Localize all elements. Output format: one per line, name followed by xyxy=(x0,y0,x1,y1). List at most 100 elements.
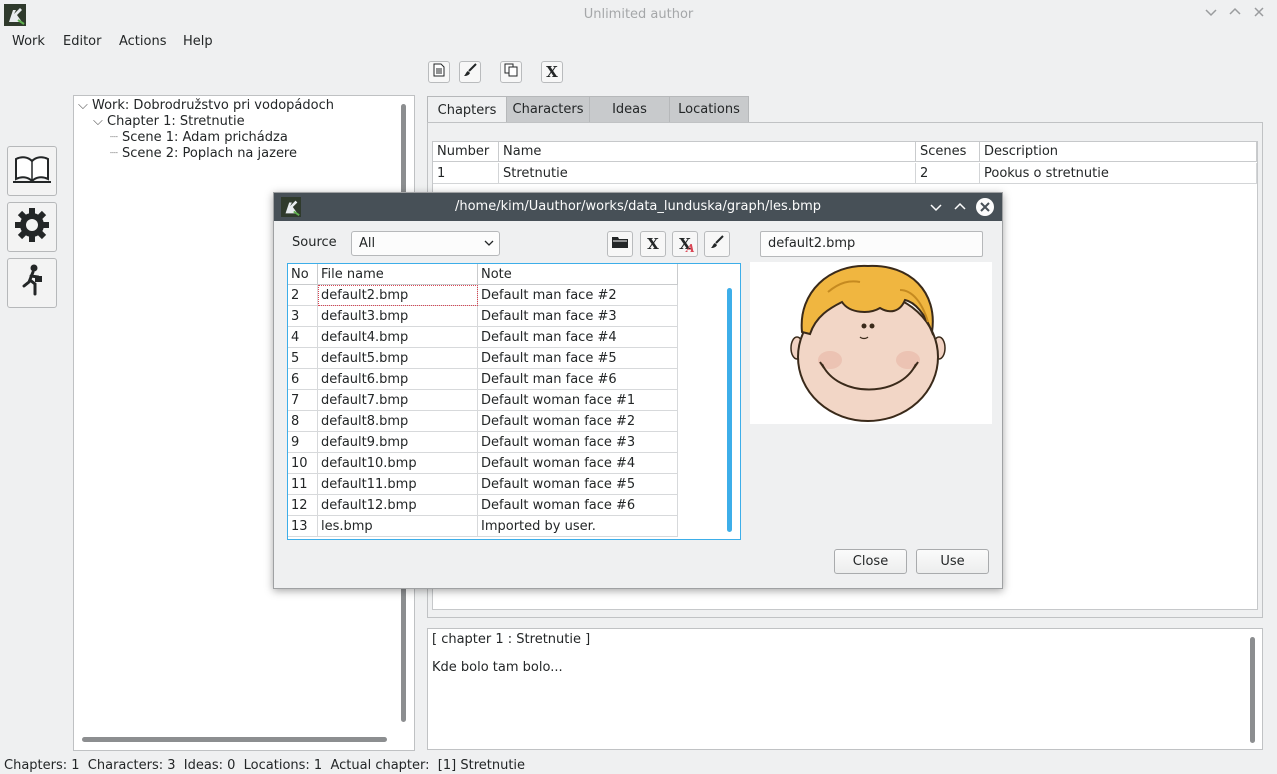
maximize-button[interactable] xyxy=(1228,5,1242,23)
table-cell[interactable]: 5 xyxy=(288,348,318,369)
image-file-table[interactable]: No File name Note 2 default2.bmp Default m… xyxy=(287,263,741,540)
table-cell[interactable]: default10.bmp xyxy=(318,453,478,474)
column-header[interactable]: Note xyxy=(478,264,678,285)
table-cell[interactable]: default2.bmp xyxy=(318,285,478,306)
tree-item-scene[interactable]: ┈ Scene 1: Adam prichádza xyxy=(110,130,288,145)
tree-item-scene[interactable]: ┈ Scene 2: Poplach na jazere xyxy=(110,146,297,161)
text-scrollbar[interactable] xyxy=(1250,637,1255,743)
filename-field[interactable]: default2.bmp xyxy=(760,231,983,257)
close-window-button[interactable] xyxy=(1252,5,1266,23)
chevron-down-icon[interactable]: ⌵ xyxy=(78,98,88,113)
chapter-heading: [ chapter 1 : Stretnutie ] xyxy=(432,632,591,647)
table-cell[interactable]: default12.bmp xyxy=(318,495,478,516)
table-cell[interactable]: Default woman face #3 xyxy=(478,432,678,453)
tab-characters[interactable]: Characters xyxy=(506,96,590,123)
tree-item-work[interactable]: ⌵ Work: Dobrodružstvo pri vodopádoch xyxy=(78,98,334,113)
menu-work[interactable]: Work xyxy=(12,34,45,49)
table-cell[interactable]: default4.bmp xyxy=(318,327,478,348)
edit-image-button[interactable] xyxy=(704,231,730,257)
table-cell[interactable]: default9.bmp xyxy=(318,432,478,453)
copy-button[interactable] xyxy=(500,61,522,83)
table-cell[interactable]: 2 xyxy=(288,285,318,306)
table-cell[interactable]: default5.bmp xyxy=(318,348,478,369)
table-cell[interactable]: 3 xyxy=(288,306,318,327)
table-cell[interactable]: 13 xyxy=(288,516,318,537)
tab-ideas[interactable]: Ideas xyxy=(589,96,670,123)
table-cell[interactable]: default7.bmp xyxy=(318,390,478,411)
dialog-title: /home/kim/Uauthor/works/data_lunduska/gr… xyxy=(454,199,822,214)
table-cell[interactable]: Stretnutie xyxy=(499,163,916,184)
table-cell[interactable]: 1 xyxy=(433,163,499,184)
dialog-title-bar: /home/kim/Uauthor/works/data_lunduska/gr… xyxy=(274,193,1002,221)
table-cell[interactable]: 12 xyxy=(288,495,318,516)
work-book-button[interactable] xyxy=(7,146,57,196)
column-header[interactable]: Scenes xyxy=(916,142,980,162)
chapter-text: Kde bolo tam bolo... xyxy=(432,660,563,675)
settings-button[interactable] xyxy=(7,202,57,252)
tree-item-chapter[interactable]: ⌵ Chapter 1: Stretnutie xyxy=(93,114,245,129)
table-cell[interactable]: Default woman face #4 xyxy=(478,453,678,474)
table-cell[interactable]: les.bmp xyxy=(318,516,478,537)
book-icon xyxy=(12,153,52,189)
open-folder-button[interactable] xyxy=(607,231,633,257)
table-cell[interactable]: 7 xyxy=(288,390,318,411)
table-cell[interactable]: 6 xyxy=(288,369,318,390)
column-header[interactable]: Name xyxy=(499,142,916,162)
column-header[interactable]: Description xyxy=(980,142,1257,162)
dialog-close-icon[interactable] xyxy=(975,197,995,221)
table-cell[interactable]: Default woman face #6 xyxy=(478,495,678,516)
table-cell[interactable]: Default woman face #2 xyxy=(478,411,678,432)
menu-actions[interactable]: Actions xyxy=(119,34,167,49)
menu-editor[interactable]: Editor xyxy=(63,34,101,49)
image-preview xyxy=(750,262,992,424)
table-cell[interactable]: Default man face #2 xyxy=(478,285,678,306)
column-header[interactable]: Number xyxy=(433,142,499,162)
document-icon xyxy=(433,63,445,81)
table-cell[interactable]: 8 xyxy=(288,411,318,432)
column-header[interactable]: File name xyxy=(318,264,478,285)
table-cell[interactable]: Default man face #4 xyxy=(478,327,678,348)
table-cell[interactable]: Default man face #3 xyxy=(478,306,678,327)
table-cell[interactable]: Default woman face #5 xyxy=(478,474,678,495)
chevron-down-icon xyxy=(483,237,495,253)
table-cell[interactable]: 9 xyxy=(288,432,318,453)
chapter-text-editor[interactable]: [ chapter 1 : Stretnutie ] Kde bolo tam … xyxy=(427,628,1263,750)
use-button[interactable]: Use xyxy=(916,549,989,574)
chevron-down-icon[interactable]: ⌵ xyxy=(93,114,103,129)
table-cell[interactable]: default6.bmp xyxy=(318,369,478,390)
delete-button[interactable]: 𝐗 xyxy=(541,61,563,83)
table-cell[interactable]: default3.bmp xyxy=(318,306,478,327)
delete-file-button[interactable]: 𝐗A xyxy=(672,231,698,257)
table-cell[interactable]: 11 xyxy=(288,474,318,495)
tab-chapters[interactable]: Chapters xyxy=(427,96,507,123)
folder-icon xyxy=(611,235,629,253)
tab-locations[interactable]: Locations xyxy=(669,96,749,123)
table-cell[interactable]: Default man face #6 xyxy=(478,369,678,390)
dialog-minimize-button[interactable] xyxy=(929,200,943,218)
remove-button[interactable]: 𝐗 xyxy=(640,231,666,257)
source-select[interactable]: All xyxy=(351,231,500,256)
exit-button[interactable] xyxy=(7,258,57,308)
table-cell[interactable]: default8.bmp xyxy=(318,411,478,432)
table-cell[interactable]: 10 xyxy=(288,453,318,474)
file-table-scrollbar[interactable] xyxy=(727,288,732,532)
horizontal-scrollbar[interactable] xyxy=(82,737,387,742)
table-cell[interactable]: Pookus o stretnutie xyxy=(980,163,1257,184)
source-label: Source xyxy=(292,235,337,250)
column-header[interactable]: No xyxy=(288,264,318,285)
table-cell[interactable]: Default woman face #1 xyxy=(478,390,678,411)
minimize-button[interactable] xyxy=(1204,5,1218,23)
table-cell[interactable]: 2 xyxy=(916,163,980,184)
status-bar: Chapters: 1 Characters: 3 Ideas: 0 Locat… xyxy=(4,758,526,773)
boy-face-icon xyxy=(790,264,946,422)
close-button[interactable]: Close xyxy=(834,549,907,574)
dialog-maximize-button[interactable] xyxy=(953,200,967,218)
new-document-button[interactable] xyxy=(428,61,450,83)
table-cell[interactable]: default11.bmp xyxy=(318,474,478,495)
table-cell[interactable]: Default man face #5 xyxy=(478,348,678,369)
table-cell[interactable]: 4 xyxy=(288,327,318,348)
menu-help[interactable]: Help xyxy=(183,34,213,49)
delete-x-icon: 𝐗 xyxy=(647,235,659,253)
edit-button[interactable] xyxy=(459,61,481,83)
table-cell[interactable]: Imported by user. xyxy=(478,516,678,537)
